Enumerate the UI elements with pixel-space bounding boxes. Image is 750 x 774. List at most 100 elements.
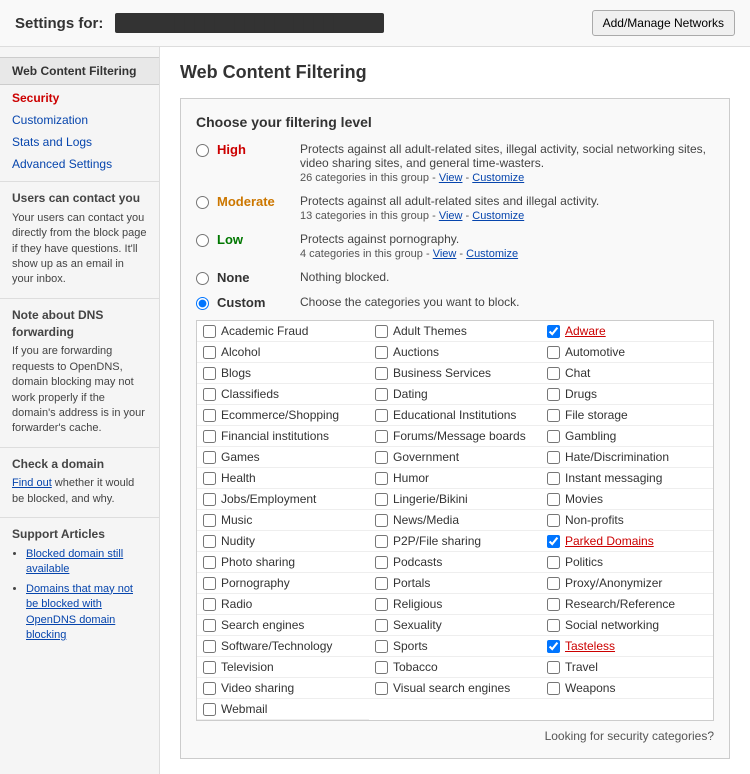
category-checkbox-sexuality[interactable] [375,619,388,632]
category-checkbox-games[interactable] [203,451,216,464]
category-label[interactable]: Research/Reference [565,597,675,611]
category-checkbox-auctions[interactable] [375,346,388,359]
category-checkbox-file-storage[interactable] [547,409,560,422]
moderate-customize-link[interactable]: Customize [472,210,524,222]
category-label[interactable]: Lingerie/Bikini [393,492,468,506]
category-label[interactable]: Video sharing [221,681,294,695]
category-checkbox-television[interactable] [203,661,216,674]
category-label[interactable]: Alcohol [221,345,260,359]
category-checkbox-jobs-employment[interactable] [203,493,216,506]
category-checkbox-automotive[interactable] [547,346,560,359]
category-checkbox-adware[interactable] [547,325,560,338]
category-checkbox-parked-domains[interactable] [547,535,560,548]
category-checkbox-classifieds[interactable] [203,388,216,401]
category-checkbox-instant-messaging[interactable] [547,472,560,485]
filter-label-high[interactable]: High [217,142,292,157]
filter-label-none[interactable]: None [217,270,292,285]
sidebar-item-advanced-settings[interactable]: Advanced Settings [0,153,159,175]
category-label[interactable]: Auctions [393,345,439,359]
category-checkbox-visual-search-engines[interactable] [375,682,388,695]
category-label[interactable]: Tobacco [393,660,438,674]
category-checkbox-lingerie-bikini[interactable] [375,493,388,506]
category-checkbox-search-engines[interactable] [203,619,216,632]
category-checkbox-religious[interactable] [375,598,388,611]
category-checkbox-tasteless[interactable] [547,640,560,653]
category-label[interactable]: Adware [565,324,606,338]
category-checkbox-portals[interactable] [375,577,388,590]
category-label[interactable]: Humor [393,471,429,485]
category-checkbox-travel[interactable] [547,661,560,674]
category-label[interactable]: Instant messaging [565,471,662,485]
category-checkbox-nudity[interactable] [203,535,216,548]
category-label[interactable]: Non-profits [565,513,624,527]
category-label[interactable]: Radio [221,597,252,611]
category-label[interactable]: Visual search engines [393,681,510,695]
category-label[interactable]: Games [221,450,260,464]
category-label[interactable]: Nudity [221,534,255,548]
category-checkbox-financial-institutions[interactable] [203,430,216,443]
category-checkbox-radio[interactable] [203,598,216,611]
category-label[interactable]: Drugs [565,387,597,401]
category-checkbox-non-profits[interactable] [547,514,560,527]
category-label[interactable]: Dating [393,387,428,401]
filter-radio-custom[interactable] [196,297,209,310]
category-checkbox-educational-institutions[interactable] [375,409,388,422]
category-checkbox-gambling[interactable] [547,430,560,443]
filter-label-custom[interactable]: Custom [217,295,292,310]
category-checkbox-chat[interactable] [547,367,560,380]
category-label[interactable]: Photo sharing [221,555,295,569]
sidebar-item-security[interactable]: Security [0,87,159,109]
category-checkbox-research-reference[interactable] [547,598,560,611]
category-label[interactable]: Weapons [565,681,615,695]
category-label[interactable]: Webmail [221,702,267,716]
category-checkbox-sports[interactable] [375,640,388,653]
high-view-link[interactable]: View [439,172,463,184]
category-label[interactable]: Sports [393,639,428,653]
category-label[interactable]: Financial institutions [221,429,329,443]
category-checkbox-social-networking[interactable] [547,619,560,632]
find-out-link[interactable]: Find out [12,477,52,489]
category-label[interactable]: Music [221,513,252,527]
category-label[interactable]: Pornography [221,576,290,590]
filter-radio-none[interactable] [196,272,209,285]
category-checkbox-weapons[interactable] [547,682,560,695]
category-checkbox-politics[interactable] [547,556,560,569]
category-label[interactable]: Podcasts [393,555,442,569]
category-label[interactable]: Automotive [565,345,625,359]
low-customize-link[interactable]: Customize [466,248,518,260]
category-label[interactable]: Academic Fraud [221,324,308,338]
category-label[interactable]: Portals [393,576,430,590]
category-checkbox-webmail[interactable] [203,703,216,716]
sidebar-item-customization[interactable]: Customization [0,109,159,131]
category-checkbox-alcohol[interactable] [203,346,216,359]
category-label[interactable]: Ecommerce/Shopping [221,408,339,422]
category-label[interactable]: Business Services [393,366,491,380]
category-checkbox-ecommerce-shopping[interactable] [203,409,216,422]
category-label[interactable]: News/Media [393,513,459,527]
category-checkbox-drugs[interactable] [547,388,560,401]
category-label[interactable]: Religious [393,597,442,611]
category-label[interactable]: Adult Themes [393,324,467,338]
support-link-1[interactable]: Blocked domain still available [26,548,123,575]
category-label[interactable]: Classifieds [221,387,279,401]
category-checkbox-hate-discrimination[interactable] [547,451,560,464]
sidebar-item-stats-logs[interactable]: Stats and Logs [0,131,159,153]
filter-radio-low[interactable] [196,234,209,247]
category-checkbox-news-media[interactable] [375,514,388,527]
category-label[interactable]: Chat [565,366,590,380]
category-label[interactable]: Jobs/Employment [221,492,316,506]
category-label[interactable]: P2P/File sharing [393,534,481,548]
category-label[interactable]: Sexuality [393,618,442,632]
moderate-view-link[interactable]: View [439,210,463,222]
category-label[interactable]: Movies [565,492,603,506]
category-checkbox-humor[interactable] [375,472,388,485]
add-manage-networks-button[interactable]: Add/Manage Networks [592,10,735,36]
filter-label-low[interactable]: Low [217,232,292,247]
category-label[interactable]: Health [221,471,256,485]
category-checkbox-business-services[interactable] [375,367,388,380]
category-checkbox-video-sharing[interactable] [203,682,216,695]
low-view-link[interactable]: View [433,248,457,260]
category-label[interactable]: Search engines [221,618,304,632]
category-label[interactable]: Tasteless [565,639,615,653]
high-customize-link[interactable]: Customize [472,172,524,184]
